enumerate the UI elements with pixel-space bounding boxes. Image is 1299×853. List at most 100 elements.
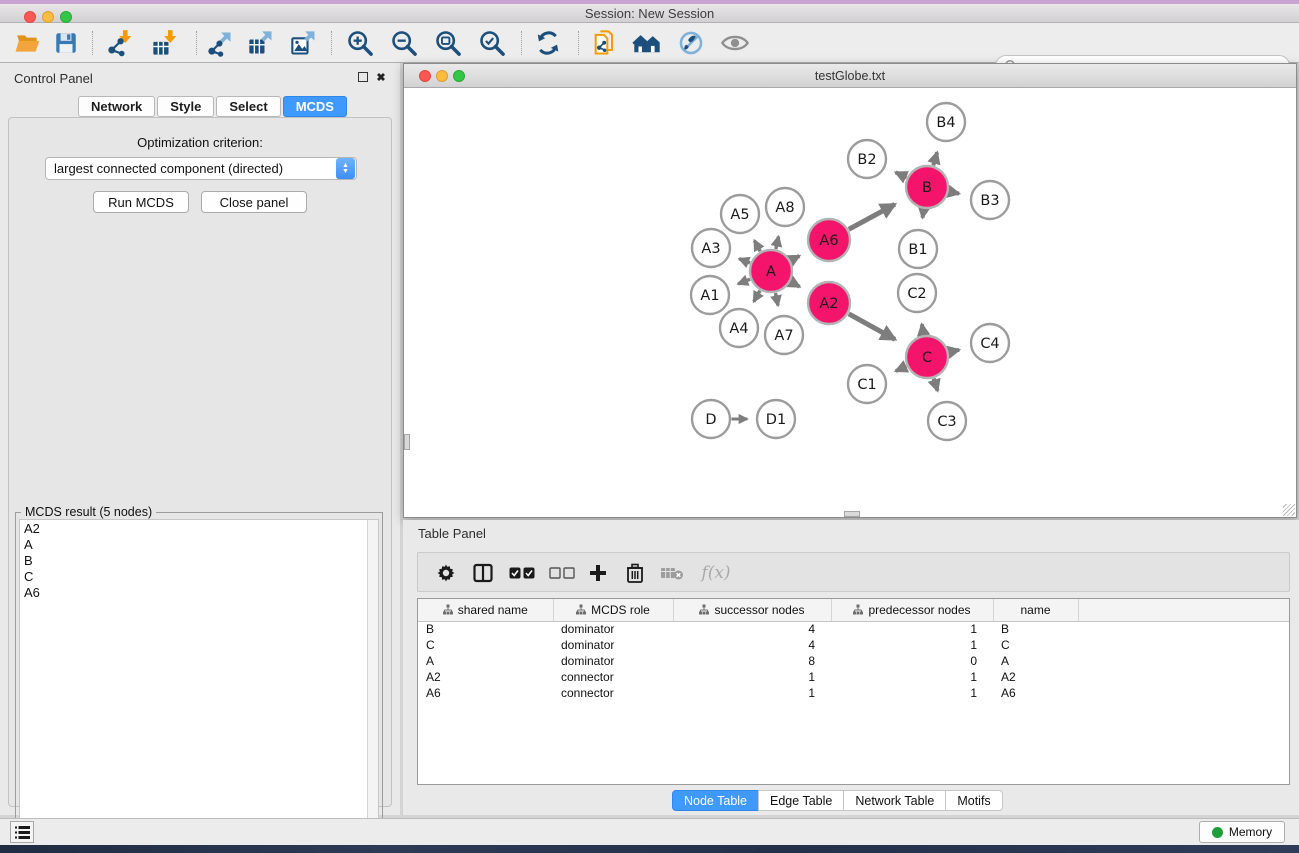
graph-edge-A-A8[interactable] (776, 236, 779, 249)
delete-table-icon[interactable] (656, 558, 688, 588)
table-row[interactable]: Bdominator41B (418, 621, 1289, 637)
graph-edge-A-A4[interactable] (754, 291, 760, 302)
settings-gear-icon[interactable] (430, 558, 462, 588)
export-image-icon[interactable] (289, 29, 319, 57)
table-cell[interactable] (1078, 637, 1289, 653)
graph-node-B2[interactable]: B2 (848, 140, 886, 178)
task-history-button[interactable] (10, 821, 34, 843)
add-column-icon[interactable] (582, 558, 614, 588)
mcds-result-item[interactable]: A2 (24, 521, 374, 537)
refresh-icon[interactable] (533, 29, 563, 57)
table-cell[interactable]: B (418, 621, 553, 637)
close-panel-button[interactable]: Close panel (201, 191, 307, 213)
graph-node-A3[interactable]: A3 (692, 229, 730, 267)
graph-node-C3[interactable]: C3 (928, 402, 966, 440)
export-network-icon[interactable] (205, 29, 235, 57)
float-panel-icon[interactable] (358, 72, 370, 84)
tab-edge-table[interactable]: Edge Table (758, 790, 844, 811)
close-panel-icon[interactable]: ✖ (375, 72, 387, 84)
graph-node-A1[interactable]: A1 (691, 276, 729, 314)
table-cell[interactable]: 1 (673, 685, 831, 701)
graph-edge-B-B1[interactable] (923, 209, 924, 217)
graph-edge-A-A6[interactable] (791, 256, 800, 261)
graph-edge-A-A2[interactable] (791, 282, 800, 287)
table-cell[interactable] (1078, 669, 1289, 685)
graph-node-C4[interactable]: C4 (971, 324, 1009, 362)
graph-node-B1[interactable]: B1 (899, 230, 937, 268)
table-row[interactable]: Adominator80A (418, 653, 1289, 669)
table-cell[interactable] (1078, 621, 1289, 637)
table-cell[interactable]: dominator (553, 653, 673, 669)
graph-node-A8[interactable]: A8 (766, 188, 804, 226)
table-cell[interactable]: 1 (831, 637, 993, 653)
graph-node-A7[interactable]: A7 (765, 316, 803, 354)
resize-grip[interactable] (1283, 504, 1295, 516)
memory-button[interactable]: Memory (1199, 821, 1285, 843)
table-cell[interactable]: C (993, 637, 1078, 653)
import-table-icon[interactable] (150, 29, 180, 57)
table-cell[interactable]: A6 (993, 685, 1078, 701)
graph-node-A5[interactable]: A5 (721, 195, 759, 233)
table-cell[interactable]: A6 (418, 685, 553, 701)
graph-node-A[interactable]: A (750, 250, 792, 292)
table-cell[interactable]: 4 (673, 637, 831, 653)
graph-node-D[interactable]: D (692, 400, 730, 438)
graph-edge-A-A5[interactable] (754, 240, 760, 251)
graph-edge-A-A3[interactable] (739, 259, 750, 263)
graph-node-C1[interactable]: C1 (848, 365, 886, 403)
tab-node-table[interactable]: Node Table (672, 790, 759, 811)
table-cell[interactable]: C (418, 637, 553, 653)
graph-edge-C-C2[interactable] (922, 324, 924, 335)
table-cell[interactable] (1078, 685, 1289, 701)
zoom-out-icon[interactable] (389, 29, 419, 57)
graph-node-A6[interactable]: A6 (808, 219, 850, 261)
table-cell[interactable]: 4 (673, 621, 831, 637)
select-all-checkboxes-icon[interactable] (506, 558, 538, 588)
show-graphics-details-icon[interactable] (720, 29, 750, 57)
table-row[interactable]: A2connector11A2 (418, 669, 1289, 685)
graph-edge-B-B2[interactable] (896, 172, 907, 177)
save-session-icon[interactable] (51, 29, 81, 57)
tab-network[interactable]: Network (78, 96, 155, 117)
mcds-result-item[interactable]: B (24, 553, 374, 569)
function-builder-icon[interactable]: f(x) (694, 558, 738, 588)
export-table-icon[interactable] (246, 29, 276, 57)
graph-node-B3[interactable]: B3 (971, 181, 1009, 219)
table-cell[interactable]: A (418, 653, 553, 669)
mcds-result-item[interactable]: C (24, 569, 374, 585)
delete-column-icon[interactable] (619, 558, 651, 588)
node-table[interactable]: shared name MCDS role successor nodes pr… (417, 598, 1290, 785)
zoom-fit-icon[interactable] (433, 29, 463, 57)
tab-style[interactable]: Style (157, 96, 214, 117)
network-window-titlebar[interactable]: testGlobe.txt (404, 64, 1296, 88)
splitter-handle-bottom[interactable] (844, 511, 860, 517)
table-cell[interactable]: connector (553, 685, 673, 701)
home-icon[interactable] (632, 29, 662, 57)
table-row[interactable]: A6connector11A6 (418, 685, 1289, 701)
graph-edge-C-C1[interactable] (896, 366, 907, 371)
table-cell[interactable]: connector (553, 669, 673, 685)
tab-motifs[interactable]: Motifs (945, 790, 1002, 811)
new-network-from-file-icon[interactable] (590, 29, 620, 57)
graph-node-D1[interactable]: D1 (757, 400, 795, 438)
column-header-shared-name[interactable]: shared name (418, 599, 553, 621)
splitter-handle-left[interactable] (404, 434, 410, 450)
zoom-in-icon[interactable] (345, 29, 375, 57)
graph-node-B[interactable]: B (906, 166, 948, 208)
zoom-selected-icon[interactable] (477, 29, 507, 57)
tab-mcds[interactable]: MCDS (283, 96, 347, 117)
network-canvas[interactable]: B4B2BB3A8A5A6A3B1AA1C2A2A4A7C4CC1C3DD1 (404, 89, 1296, 517)
graph-edge-A6-B[interactable] (849, 204, 895, 229)
graph-node-A4[interactable]: A4 (720, 309, 758, 347)
table-cell[interactable]: dominator (553, 637, 673, 653)
graph-edge-A-A7[interactable] (775, 293, 778, 305)
graph-node-C[interactable]: C (906, 336, 948, 378)
table-cell[interactable]: 1 (831, 669, 993, 685)
hide-graphics-details-icon[interactable] (676, 29, 706, 57)
table-cell[interactable]: A2 (418, 669, 553, 685)
table-cell[interactable]: 1 (673, 669, 831, 685)
graph-edge-C-C4[interactable] (949, 350, 959, 352)
table-cell[interactable]: 1 (831, 685, 993, 701)
column-header-name[interactable]: name (993, 599, 1078, 621)
column-header-mcds-role[interactable]: MCDS role (553, 599, 673, 621)
